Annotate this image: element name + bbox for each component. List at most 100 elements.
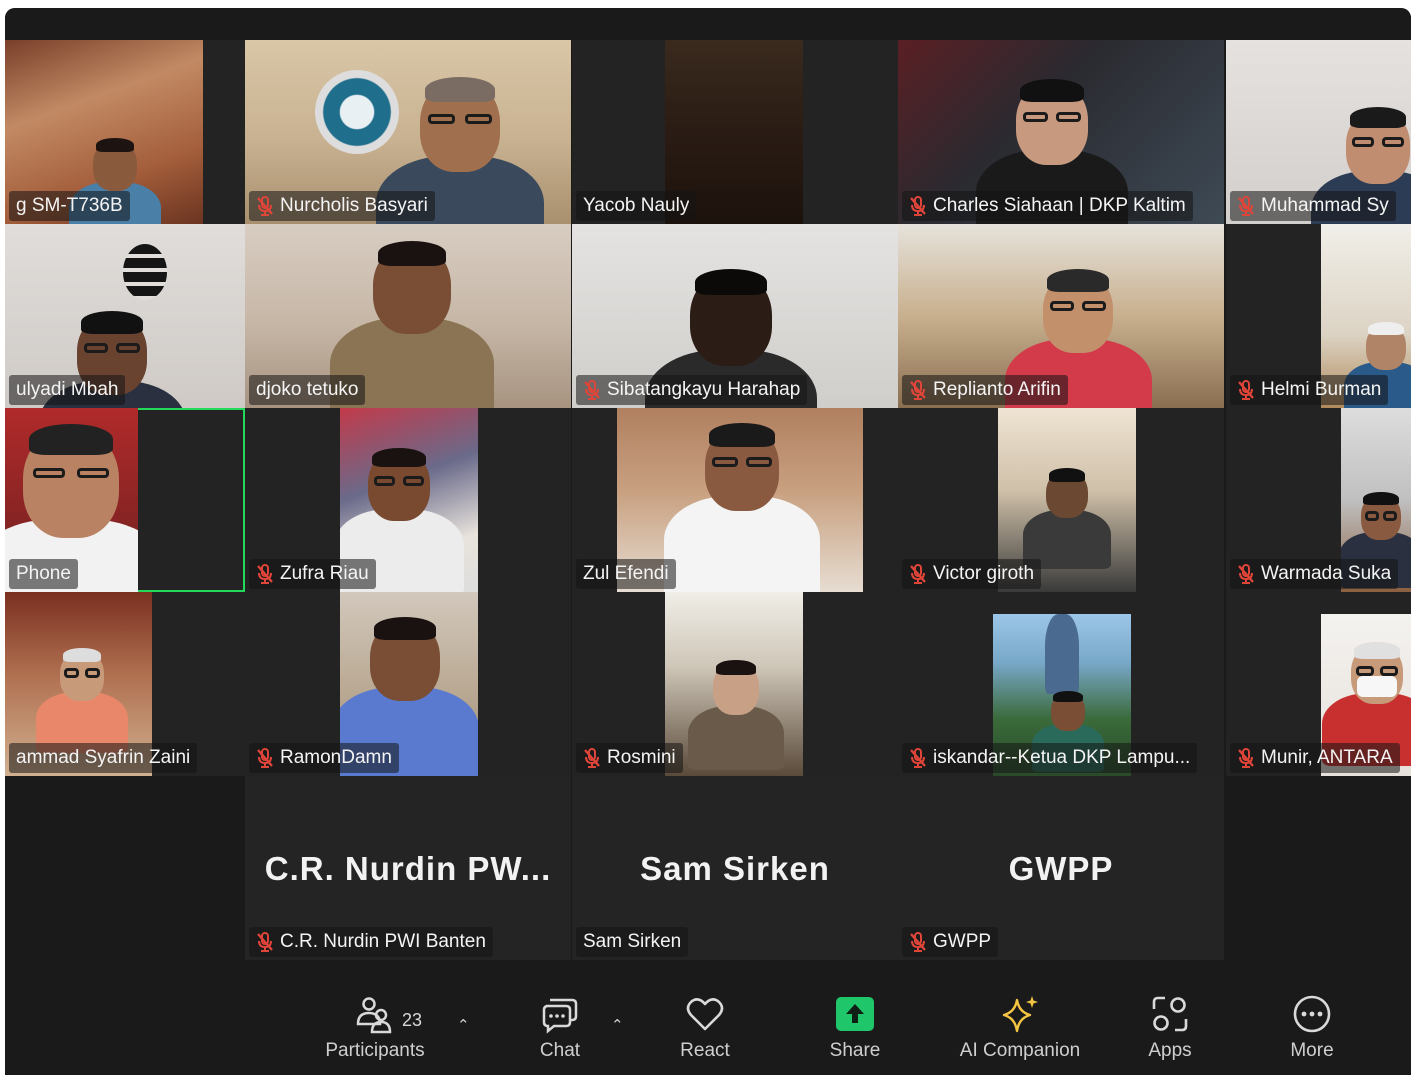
participant-name: g SM-T736B <box>16 195 123 216</box>
participant-tile-video-off[interactable]: Sam Sirken Sam Sirken <box>572 776 898 960</box>
meeting-toolbar: Participants 23 ⌃ Chat ⌃ React Share AI … <box>5 980 1411 1075</box>
participant-tile[interactable]: Zufra Riau <box>245 408 571 592</box>
participants-label: Participants <box>325 1040 425 1061</box>
participant-nameplate: Charles Siahaan | DKP Kaltim <box>902 191 1193 221</box>
participant-nameplate: Victor giroth <box>902 559 1042 589</box>
mic-muted-icon <box>257 932 273 952</box>
participant-nameplate: Phone <box>9 559 78 589</box>
mic-muted-icon <box>910 380 926 400</box>
react-button[interactable]: React <box>660 994 750 1070</box>
mic-muted-icon <box>1238 748 1254 768</box>
participant-nameplate: GWPP <box>902 927 999 957</box>
sparkle-icon <box>1002 996 1038 1033</box>
chat-label: Chat <box>539 1040 581 1061</box>
participant-name: Charles Siahaan | DKP Kaltim <box>933 195 1186 216</box>
participant-tile[interactable]: Muhammad Sy <box>1226 40 1411 224</box>
gallery-view: g SM-T736B Nurcholis Basyari Yacob Nauly Ch… <box>5 8 1411 980</box>
participant-nameplate: iskandar--Ketua DKP Lampu... <box>902 743 1198 773</box>
more-options-icon <box>1293 995 1331 1033</box>
apps-icon <box>1152 996 1188 1032</box>
participant-nameplate: Muhammad Sy <box>1230 191 1396 221</box>
participant-nameplate: Zul Efendi <box>576 559 676 589</box>
participant-name: Yacob Nauly <box>583 195 690 216</box>
chat-icon <box>542 998 578 1034</box>
wall-lamp <box>123 244 167 300</box>
participant-display-name: Sam Sirken <box>640 850 830 887</box>
participant-nameplate: RamonDamn <box>249 743 399 773</box>
participant-nameplate: Munir, ANTARA <box>1230 743 1400 773</box>
participant-tile[interactable]: Nurcholis Basyari <box>245 40 571 224</box>
mic-muted-icon <box>584 748 600 768</box>
participant-tile[interactable]: Charles Siahaan | DKP Kaltim <box>898 40 1224 224</box>
participant-tile[interactable]: Replianto Arifin <box>898 224 1224 408</box>
participant-name: C.R. Nurdin PWI Banten <box>280 931 486 952</box>
participant-tile[interactable]: Sibatangkayu Harahap <box>572 224 898 408</box>
mic-muted-icon <box>910 932 926 952</box>
mic-muted-icon <box>257 564 273 584</box>
react-label: React <box>680 1040 730 1061</box>
share-label: Share <box>829 1040 881 1061</box>
participant-name: Phone <box>16 563 71 584</box>
participant-tile[interactable]: ammad Syafrin Zaini <box>5 592 245 776</box>
mic-muted-icon <box>910 564 926 584</box>
chat-options-caret[interactable]: ⌃ <box>611 1016 624 1034</box>
more-label: More <box>1290 1040 1334 1061</box>
participant-tile[interactable]: Victor giroth <box>898 408 1224 592</box>
participant-name: Nurcholis Basyari <box>280 195 428 216</box>
participant-name: Zul Efendi <box>583 563 669 584</box>
participant-name: Rosmini <box>607 747 676 768</box>
participant-video <box>665 592 803 776</box>
mic-muted-icon <box>1238 380 1254 400</box>
participant-name: djoko tetuko <box>256 379 359 400</box>
participant-tile[interactable]: Yacob Nauly <box>572 40 898 224</box>
mic-muted-icon <box>910 196 926 216</box>
ai-companion-button[interactable]: AI Companion <box>945 994 1095 1070</box>
participant-nameplate: Sam Sirken <box>576 927 689 957</box>
mic-muted-icon <box>1238 564 1254 584</box>
participant-name: Sibatangkayu Harahap <box>607 379 801 400</box>
participants-button[interactable]: Participants <box>310 994 440 1070</box>
participant-nameplate: Rosmini <box>576 743 683 773</box>
participant-name: RamonDamn <box>280 747 392 768</box>
participant-tile[interactable]: Munir, ANTARA <box>1226 592 1411 776</box>
participant-tile-video-off[interactable]: C.R. Nurdin PW... C.R. Nurdin PWI Banten <box>245 776 571 960</box>
participant-name: Helmi Burman <box>1261 379 1382 400</box>
participant-nameplate: Nurcholis Basyari <box>249 191 435 221</box>
participant-tile[interactable]: RamonDamn <box>245 592 571 776</box>
more-button[interactable]: More <box>1267 994 1357 1070</box>
participant-tile[interactable]: Warmada Suka <box>1226 408 1411 592</box>
participant-name: Replianto Arifin <box>933 379 1061 400</box>
participant-tile[interactable]: djoko tetuko <box>245 224 571 408</box>
apps-label: Apps <box>1148 1040 1192 1061</box>
participant-tile[interactable]: Phone <box>5 408 245 592</box>
participant-nameplate: Zufra Riau <box>249 559 376 589</box>
share-button[interactable]: Share <box>810 994 900 1070</box>
chat-button[interactable]: Chat <box>515 994 605 1070</box>
emblem-logo <box>315 70 399 154</box>
participant-tile[interactable]: iskandar--Ketua DKP Lampu... <box>898 592 1224 776</box>
participant-name: GWPP <box>933 931 992 952</box>
participants-options-caret[interactable]: ⌃ <box>457 1016 470 1034</box>
ai-companion-label: AI Companion <box>959 1040 1081 1061</box>
participant-nameplate: ammad Syafrin Zaini <box>9 743 198 773</box>
participant-display-name: C.R. Nurdin PW... <box>264 850 552 887</box>
participant-tile[interactable]: Rosmini <box>572 592 898 776</box>
mic-muted-icon <box>584 380 600 400</box>
participant-tile-video-off[interactable]: GWPP GWPP <box>898 776 1224 960</box>
apps-button[interactable]: Apps <box>1125 994 1215 1070</box>
participant-nameplate: Warmada Suka <box>1230 559 1399 589</box>
participant-tile[interactable]: ulyadi Mbah <box>5 224 245 408</box>
statue-monument <box>1045 614 1079 694</box>
participant-tile[interactable]: g SM-T736B <box>5 40 245 224</box>
participant-tile[interactable]: Zul Efendi <box>572 408 898 592</box>
participant-nameplate: C.R. Nurdin PWI Banten <box>249 927 493 957</box>
participant-name: Zufra Riau <box>280 563 369 584</box>
participant-name: Munir, ANTARA <box>1261 747 1393 768</box>
participant-name: ulyadi Mbah <box>16 379 119 400</box>
participant-nameplate: djoko tetuko <box>249 375 366 405</box>
participant-name: Victor giroth <box>933 563 1035 584</box>
mic-muted-icon <box>910 748 926 768</box>
participant-tile[interactable]: Helmi Burman <box>1226 224 1411 408</box>
mic-muted-icon <box>257 748 273 768</box>
participant-nameplate: Sibatangkayu Harahap <box>576 375 808 405</box>
